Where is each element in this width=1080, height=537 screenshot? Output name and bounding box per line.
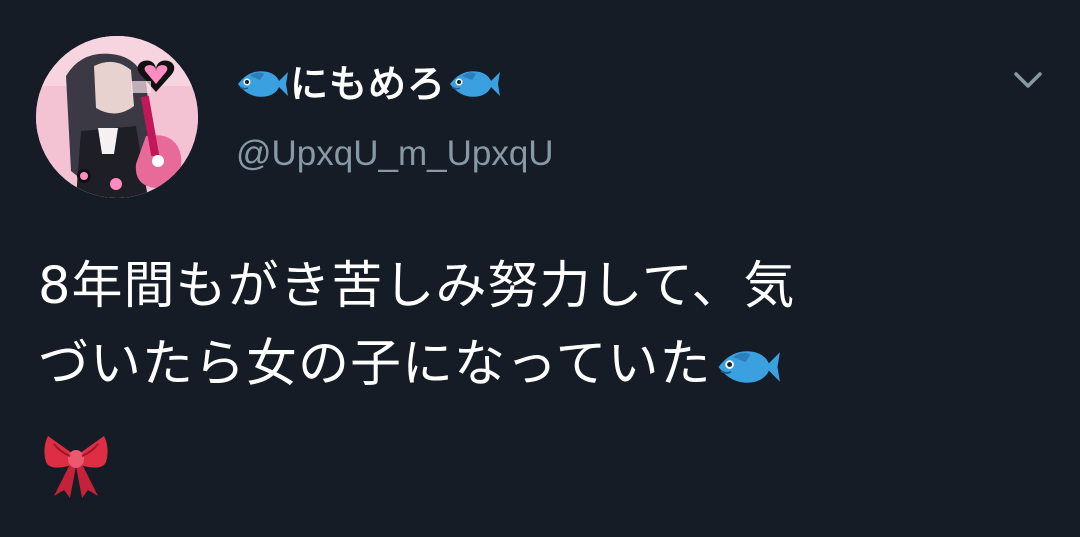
ribbon-icon: [44, 436, 108, 498]
fish-icon: [238, 71, 288, 97]
user-handle[interactable]: @UpxqU_m_UpxqU: [236, 132, 554, 176]
fish-icon: [718, 351, 781, 383]
tweet-menu-button[interactable]: [1008, 62, 1048, 98]
avatar-image: [36, 36, 198, 198]
tweet-text-line-2-wrap: づいたら女の子になっていた: [38, 326, 1048, 404]
fish-icon: [450, 71, 501, 97]
avatar[interactable]: [36, 36, 198, 198]
display-name-row[interactable]: にもめろ: [236, 58, 501, 110]
tweet-text-line-2: づいたら女の子になっていた: [38, 335, 712, 394]
chevron-down-icon: [1014, 72, 1042, 88]
tweet-text-line-1: 8年間もがき苦しみ努力して、気: [38, 257, 796, 316]
display-name[interactable]: にもめろ: [290, 58, 446, 110]
tweet-card: にもめろ @UpxqU_m_UpxqU 8年間もがき苦しみ努力して、気 づいたら…: [0, 0, 1080, 537]
tweet-text: 8年間もがき苦しみ努力して、気 づいたら女の子になっていた: [38, 248, 1048, 404]
